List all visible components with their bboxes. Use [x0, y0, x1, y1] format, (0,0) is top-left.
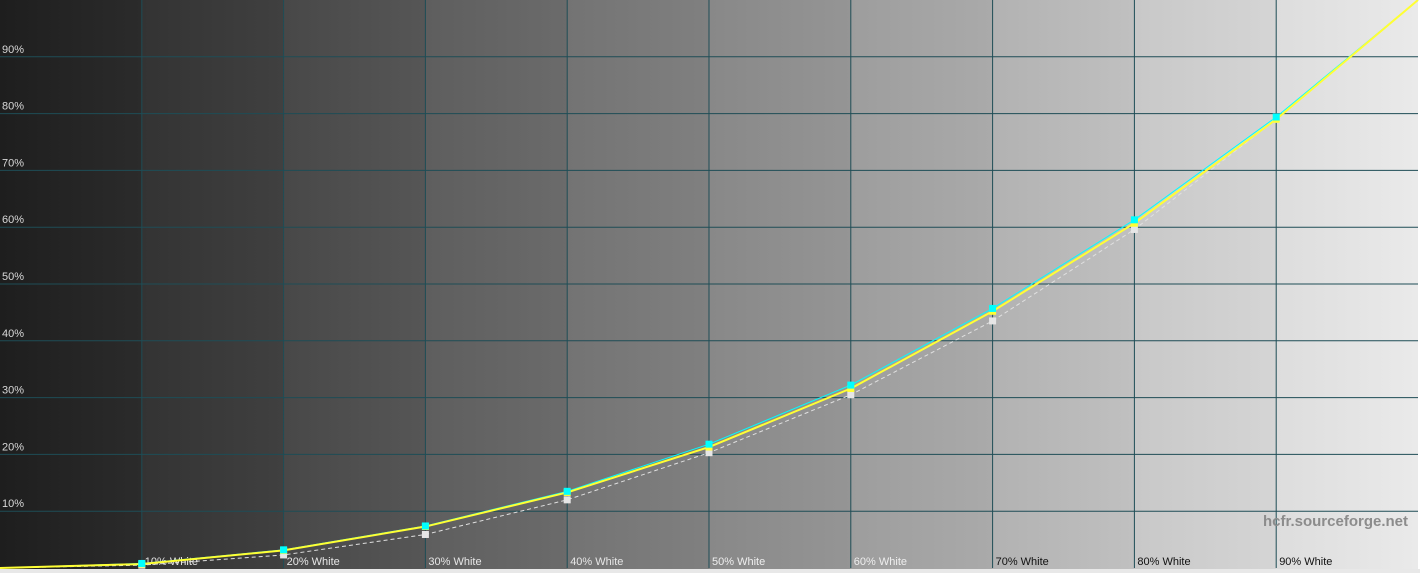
y-tick-label: 90% [2, 44, 24, 56]
y-tick-label: 10% [2, 498, 24, 510]
reference-marker [989, 317, 997, 325]
chart-svg: 10%20%30%40%50%60%70%80%90%10% White 20% … [0, 0, 1420, 573]
y-tick-label: 50% [2, 271, 24, 283]
cyan-marker [280, 546, 288, 554]
cyan-marker [1272, 113, 1280, 121]
background-band [567, 0, 710, 573]
cyan-marker [138, 559, 146, 567]
background-band [1134, 0, 1277, 573]
bottom-strip [0, 569, 1420, 573]
x-tick-label: 60% White [854, 556, 907, 568]
x-tick-label: 30% White [428, 556, 481, 568]
reference-marker [847, 391, 855, 399]
cyan-marker [421, 522, 429, 530]
background-band [709, 0, 852, 573]
y-tick-label: 30% [2, 385, 24, 397]
reference-marker [421, 530, 429, 538]
x-tick-label: 20% White [287, 556, 340, 568]
background-band [141, 0, 285, 573]
y-tick-label: 60% [2, 214, 24, 226]
background-band [992, 0, 1135, 573]
x-tick-label: 40% White [570, 556, 623, 568]
x-tick-label: 80% White [1137, 556, 1190, 568]
background-band [0, 0, 143, 573]
cyan-marker [989, 304, 997, 312]
x-tick-label: 70% White [996, 556, 1049, 568]
background-band [850, 0, 994, 573]
reference-marker [1130, 225, 1138, 233]
watermark: hcfr.sourceforge.net [1263, 513, 1408, 530]
background-band [1276, 0, 1419, 573]
cyan-marker [563, 487, 571, 495]
reference-marker [563, 496, 571, 504]
cyan-marker [1130, 216, 1138, 224]
x-tick-label: 90% White [1279, 556, 1332, 568]
cyan-marker [847, 381, 855, 389]
y-tick-label: 40% [2, 328, 24, 340]
cyan-marker [705, 440, 713, 448]
y-tick-label: 20% [2, 441, 24, 453]
x-tick-label: 50% White [712, 556, 765, 568]
background-band [425, 0, 568, 573]
y-tick-label: 80% [2, 101, 24, 113]
y-tick-label: 70% [2, 157, 24, 169]
luminance-gamma-chart: 10% 20% 30% 40% 50% 60% 70% 80% 90% 10% White 20% … [0, 0, 1420, 573]
background-band [283, 0, 426, 573]
